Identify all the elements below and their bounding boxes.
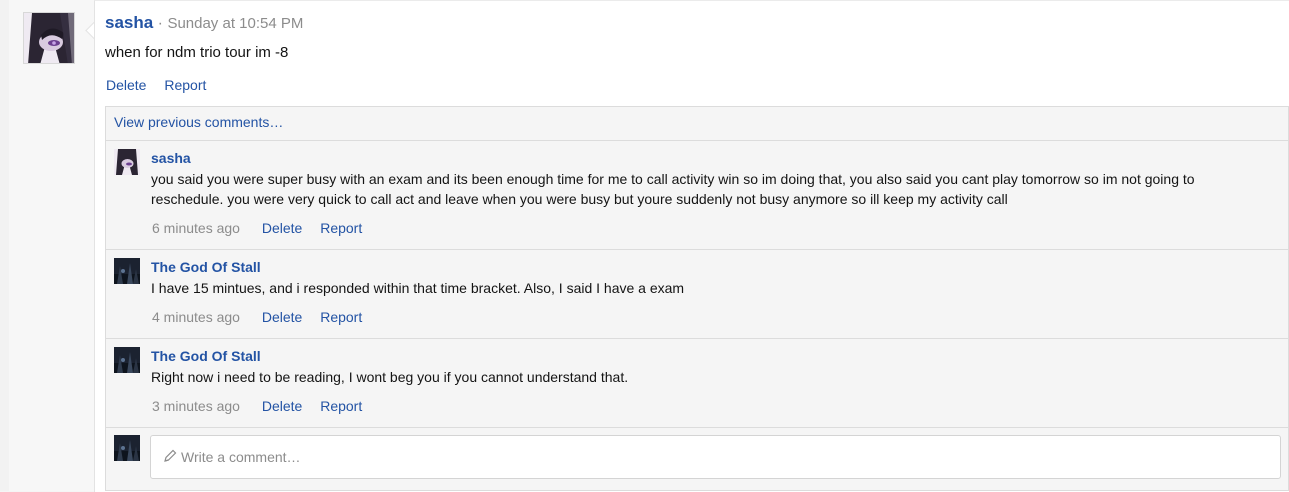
- post-report-link[interactable]: Report: [164, 77, 206, 93]
- post-timestamp[interactable]: Sunday at 10:54 PM: [167, 15, 303, 32]
- comment-delete-link[interactable]: Delete: [262, 309, 302, 325]
- dark-forest-avatar-image: [114, 435, 140, 461]
- comment-composer: Write a comment…: [106, 428, 1288, 490]
- comment-text: Right now i need to be reading, I wont b…: [151, 369, 629, 385]
- comment-author-link[interactable]: The God Of Stall: [151, 347, 261, 365]
- post-actions: Delete Report: [106, 76, 220, 94]
- comment-author-link[interactable]: The God Of Stall: [151, 258, 261, 276]
- comment-input[interactable]: Write a comment…: [150, 435, 1281, 479]
- comment-delete-link[interactable]: Delete: [262, 398, 302, 414]
- avatar[interactable]: [114, 258, 140, 284]
- comment-item: sasha you said you were super busy with …: [106, 141, 1288, 250]
- comment-report-link[interactable]: Report: [320, 220, 362, 236]
- comment-text: you said you were super busy with an exa…: [151, 171, 1195, 207]
- post-header: sasha · Sunday at 10:54 PM: [105, 13, 303, 34]
- header-separator: ·: [157, 15, 163, 32]
- comment-text: I have 15 mintues, and i responded withi…: [151, 280, 685, 296]
- comment-delete-link[interactable]: Delete: [262, 220, 302, 236]
- avatar[interactable]: [114, 149, 140, 175]
- comment-author-link[interactable]: sasha: [151, 149, 191, 167]
- pencil-icon: [163, 437, 177, 479]
- comment-meta: 4 minutes ago Delete Report: [152, 308, 376, 326]
- avatar[interactable]: [114, 347, 140, 373]
- post-message: when for ndm trio tour im -8: [105, 44, 289, 61]
- post-delete-link[interactable]: Delete: [106, 77, 146, 93]
- comment-meta: 3 minutes ago Delete Report: [152, 397, 376, 415]
- post-author-link[interactable]: sasha: [105, 13, 153, 32]
- avatar: [114, 435, 140, 461]
- anime-avatar-image: [114, 149, 140, 175]
- comment-report-link[interactable]: Report: [320, 309, 362, 325]
- comments-panel: View previous comments… sasha you said y…: [105, 106, 1289, 491]
- avatar[interactable]: [23, 12, 75, 64]
- comment-input-placeholder: Write a comment…: [181, 449, 301, 465]
- comment-report-link[interactable]: Report: [320, 398, 362, 414]
- comment-age[interactable]: 4 minutes ago: [152, 309, 240, 325]
- dark-forest-avatar-image: [114, 347, 140, 373]
- dark-forest-avatar-image: [114, 258, 140, 284]
- anime-avatar-image: [24, 13, 74, 63]
- comment-meta: 6 minutes ago Delete Report: [152, 219, 376, 237]
- left-gutter: [0, 0, 9, 491]
- profile-post: sasha · Sunday at 10:54 PM when for ndm …: [9, 0, 1289, 492]
- view-previous-comments-link[interactable]: View previous comments…: [114, 114, 283, 130]
- comment-item: The God Of Stall Right now i need to be …: [106, 339, 1288, 428]
- view-previous-row: View previous comments…: [106, 107, 1288, 141]
- comment-age[interactable]: 6 minutes ago: [152, 220, 240, 236]
- comment-age[interactable]: 3 minutes ago: [152, 398, 240, 414]
- comment-item: The God Of Stall I have 15 mintues, and …: [106, 250, 1288, 339]
